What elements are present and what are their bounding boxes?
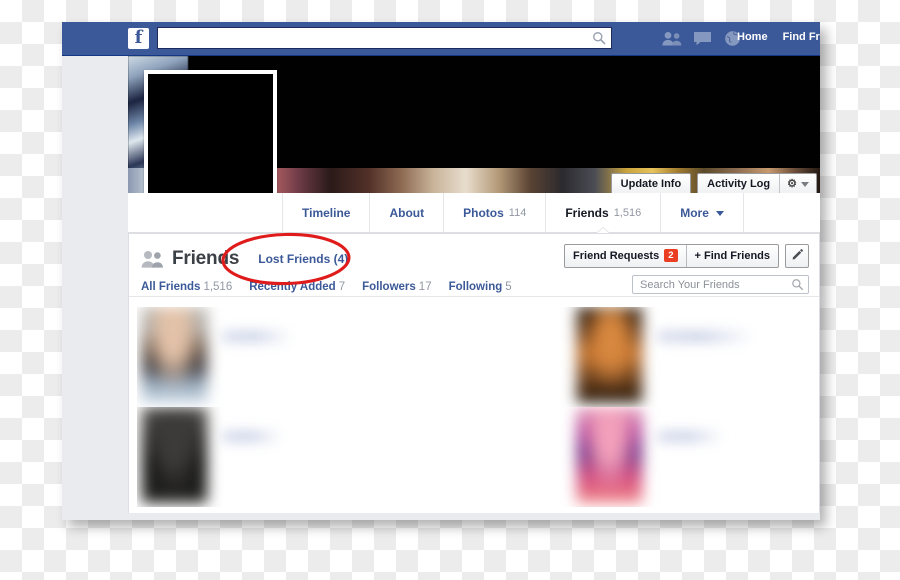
friend-list-item[interactable] <box>474 407 811 507</box>
friend-list-item[interactable] <box>137 307 474 407</box>
messages-icon[interactable] <box>692 29 713 48</box>
friend-name <box>222 431 282 442</box>
topbar-links: Home Find Fri <box>737 31 820 43</box>
global-search-input[interactable] <box>163 31 587 45</box>
tab-more[interactable]: More <box>660 193 744 233</box>
friend-requests-badge: 2 <box>664 249 678 262</box>
subnav-recently-added-label: Recently Added <box>249 281 336 293</box>
tab-timeline-label: Timeline <box>302 206 351 220</box>
nav-link-home[interactable]: Home <box>737 31 768 43</box>
tab-about[interactable]: About <box>369 193 445 233</box>
chevron-down-icon <box>715 210 724 216</box>
friends-card-header: Friends Lost Friends (4) All Friends 1,51… <box>129 234 819 297</box>
lost-friends-link[interactable]: Lost Friends (4) <box>258 252 348 266</box>
tab-photos-label: Photos <box>463 206 504 220</box>
friends-title-row: Friends Lost Friends (4) <box>141 248 348 270</box>
edit-friends-button[interactable] <box>785 244 809 268</box>
avatar <box>141 307 208 403</box>
friend-list-item[interactable] <box>474 307 811 407</box>
nav-link-find-friends[interactable]: Find Fri <box>783 31 820 43</box>
avatar <box>576 407 643 503</box>
tab-friends-count: 1,516 <box>613 207 642 219</box>
topbar-icon-group <box>662 29 743 48</box>
page-title: Friends <box>172 248 240 269</box>
pencil-icon <box>792 247 803 265</box>
friends-header-actions: Friend Requests 2 + Find Friends <box>564 244 809 268</box>
subnav-following-count: 5 <box>505 281 512 293</box>
activity-log-button-group: Activity Log ⚙ <box>697 173 817 193</box>
friends-button-group: Friend Requests 2 + Find Friends <box>564 244 779 268</box>
tab-friends-label: Friends <box>565 206 609 220</box>
facebook-logo-icon[interactable]: f <box>128 28 149 49</box>
tab-more-label: More <box>680 206 709 220</box>
friends-icon <box>141 250 163 268</box>
friend-requests-icon[interactable] <box>662 29 683 48</box>
subnav-recently-added[interactable]: Recently Added 7 <box>249 281 345 293</box>
cover-settings-menu-button[interactable]: ⚙ <box>779 174 816 193</box>
profile-nav-bar: Timeline About Photos 114 Friends 1,516 … <box>128 193 820 233</box>
friend-name <box>657 331 753 342</box>
search-icon[interactable] <box>791 278 804 296</box>
find-friends-button[interactable]: + Find Friends <box>685 245 778 267</box>
subnav-all-friends-count: 1,516 <box>203 281 233 293</box>
tab-timeline[interactable]: Timeline <box>282 193 371 233</box>
friend-search-box[interactable] <box>632 275 809 294</box>
browser-window: f Home Find Fri Update Info Activity Log… <box>62 22 820 520</box>
friends-subnav: All Friends 1,516 Recently Added 7 Followe… <box>141 281 512 293</box>
profile-photo[interactable] <box>144 70 277 203</box>
subnav-all-friends[interactable]: All Friends 1,516 <box>141 281 232 293</box>
facebook-top-bar: f Home Find Fri <box>62 22 820 56</box>
friends-list <box>129 297 819 513</box>
tab-photos[interactable]: Photos 114 <box>443 193 547 233</box>
tab-photos-count: 114 <box>508 207 527 219</box>
subnav-followers-label: Followers <box>362 281 416 293</box>
search-icon[interactable] <box>592 31 606 45</box>
avatar <box>576 307 643 403</box>
subnav-following-label: Following <box>448 281 503 293</box>
subnav-followers[interactable]: Followers 17 <box>362 281 431 293</box>
global-search-box[interactable] <box>157 27 612 49</box>
profile-tabs: Timeline About Photos 114 Friends 1,516 … <box>282 193 744 233</box>
friends-card: Friends Lost Friends (4) All Friends 1,51… <box>128 233 820 513</box>
activity-log-button[interactable]: Activity Log <box>698 174 779 193</box>
subnav-recently-added-count: 7 <box>338 281 346 293</box>
friend-list-item[interactable] <box>137 407 474 507</box>
friend-requests-label: Friend Requests <box>573 249 660 262</box>
avatar <box>141 407 208 503</box>
friends-grid <box>137 307 811 507</box>
gear-icon: ⚙ <box>787 177 797 190</box>
subnav-following[interactable]: Following 5 <box>449 281 512 293</box>
tab-about-label: About <box>389 206 425 220</box>
friend-search-input[interactable] <box>638 278 782 292</box>
chevron-down-icon <box>801 181 809 187</box>
friend-requests-button[interactable]: Friend Requests 2 <box>565 245 685 267</box>
subnav-all-friends-label: All Friends <box>141 281 201 293</box>
tab-friends[interactable]: Friends 1,516 <box>545 193 662 233</box>
cover-action-buttons: Update Info Activity Log ⚙ <box>610 173 817 193</box>
friend-name <box>657 431 723 442</box>
friend-name <box>222 331 292 342</box>
update-info-button[interactable]: Update Info <box>610 173 692 193</box>
subnav-followers-count: 17 <box>418 281 432 293</box>
